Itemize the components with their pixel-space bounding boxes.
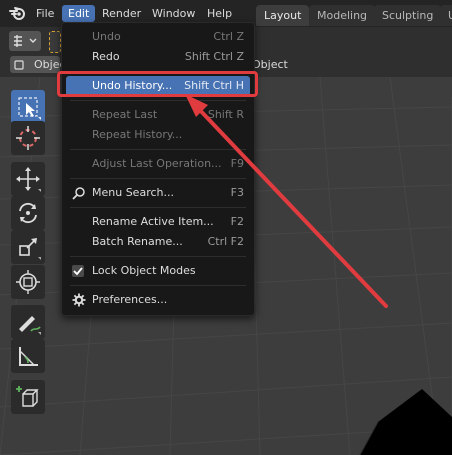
annotation-arrow: [185, 94, 388, 308]
